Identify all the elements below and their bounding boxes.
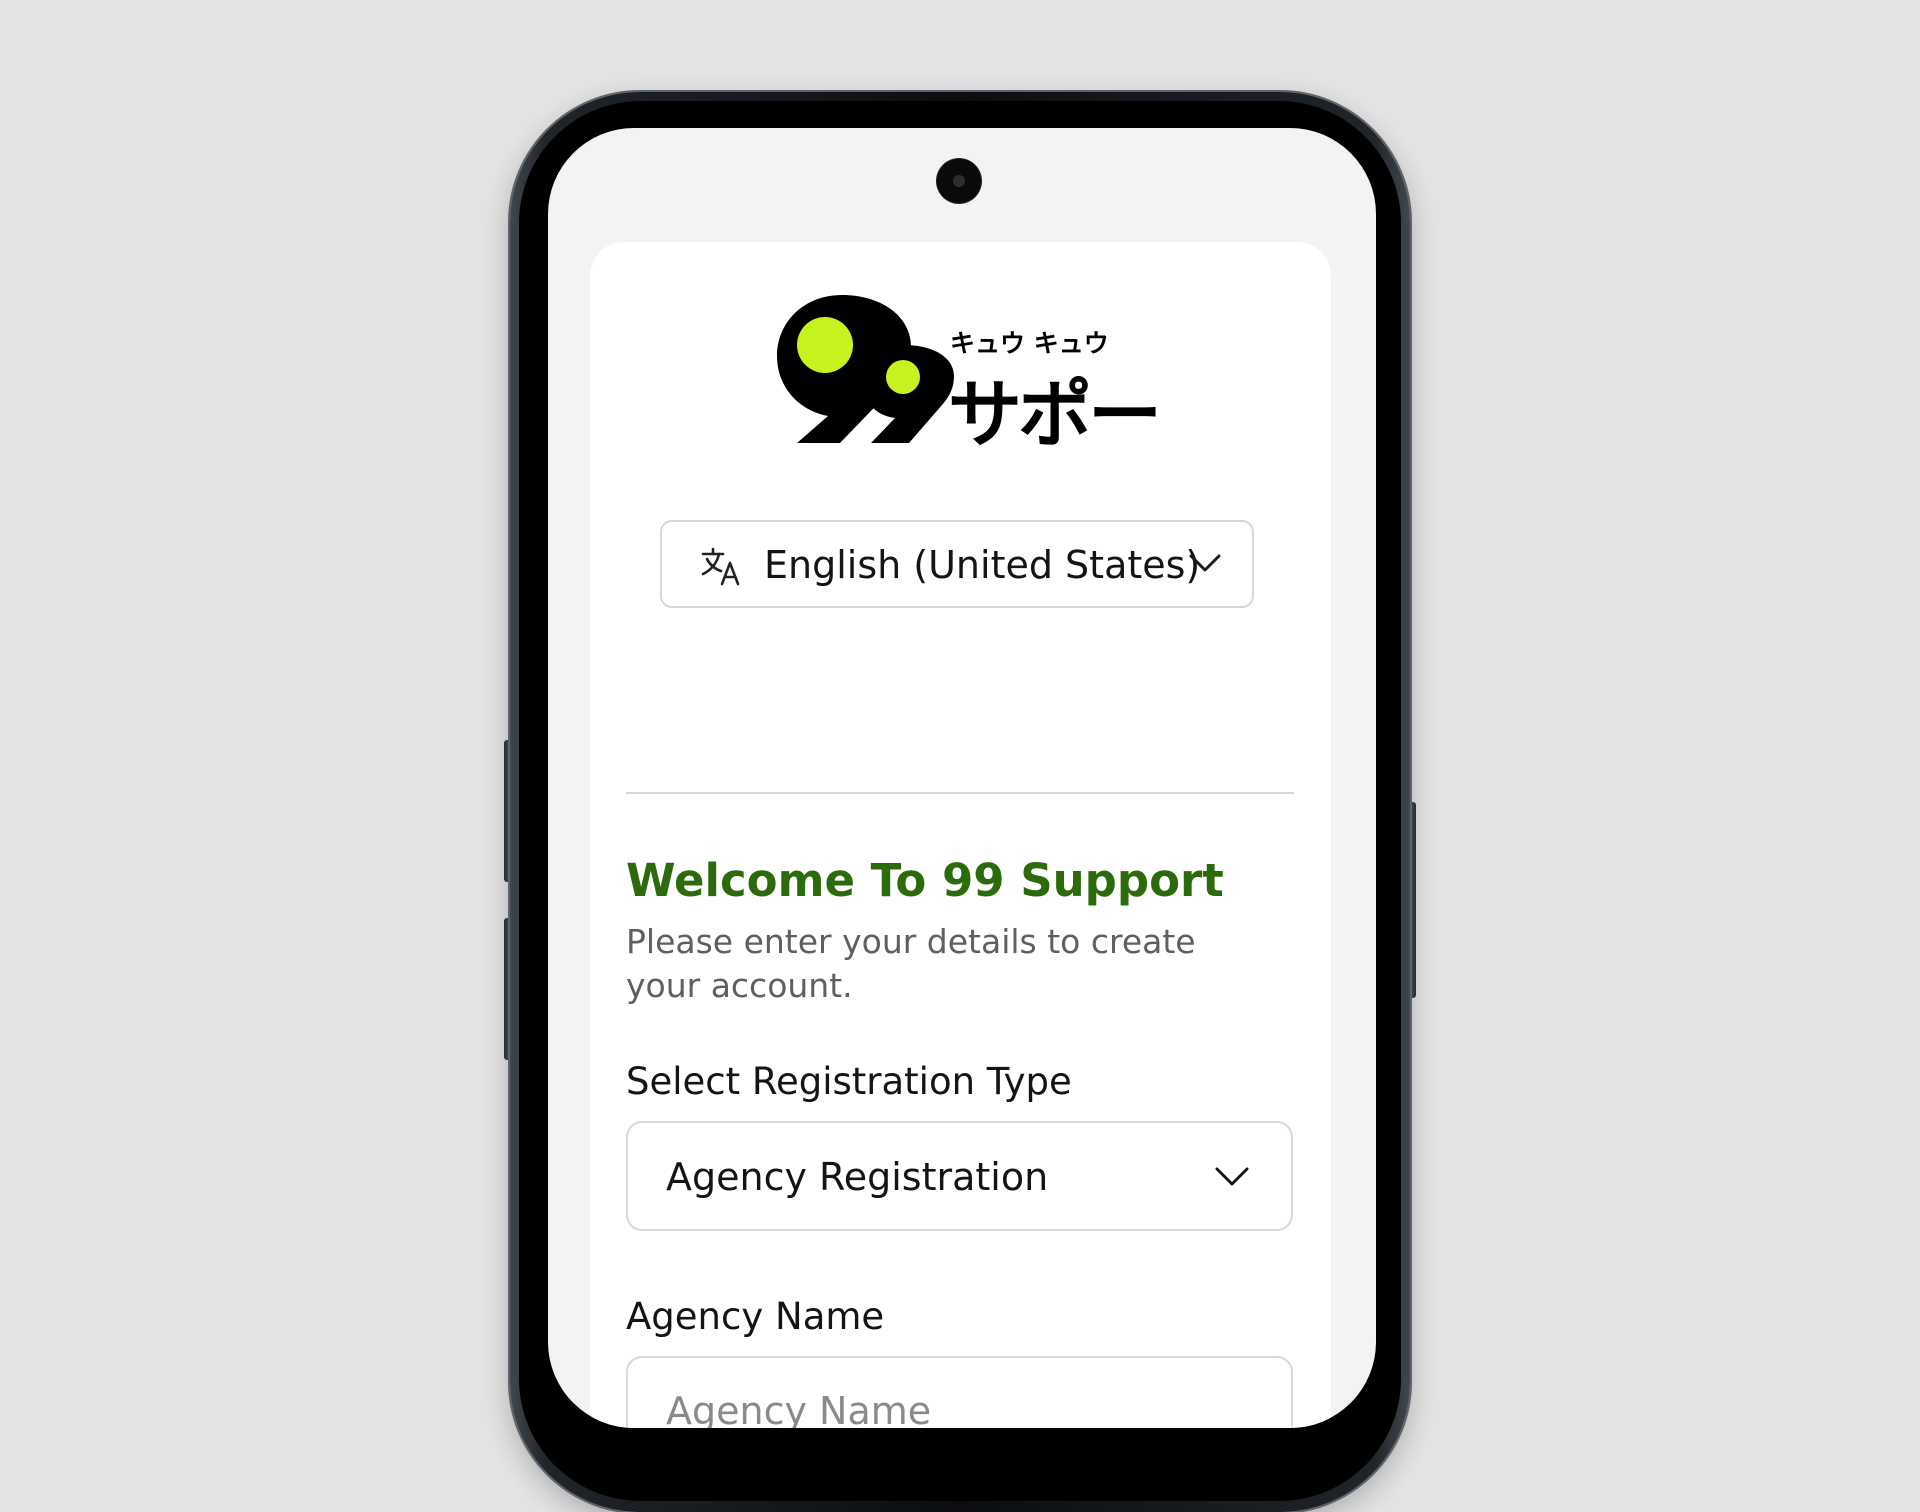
- language-label: English (United States): [764, 543, 1201, 587]
- page-subtitle: Please enter your details to create your…: [626, 922, 1196, 1005]
- logo-katakana: サポート: [948, 372, 1160, 445]
- registration-type-label: Select Registration Type: [626, 1060, 1072, 1103]
- registration-card: キュウ キュウ サポート English (United States): [590, 242, 1331, 1428]
- chevron-down-icon: [1189, 554, 1221, 572]
- translate-icon: [701, 547, 740, 586]
- app-logo: キュウ キュウ サポート: [777, 295, 1160, 445]
- agency-name-input[interactable]: [626, 1356, 1293, 1428]
- registration-type-value: Agency Registration: [666, 1155, 1049, 1199]
- agency-name-label: Agency Name: [626, 1295, 885, 1338]
- language-selector[interactable]: English (United States): [660, 520, 1254, 608]
- front-camera: [937, 159, 981, 203]
- divider: [626, 792, 1294, 794]
- logo-nine-second: [862, 345, 954, 443]
- logo-kana: キュウ キュウ: [950, 329, 1109, 358]
- chevron-down-icon: [1215, 1167, 1249, 1186]
- page-title: Welcome To 99 Support: [626, 854, 1224, 907]
- phone-screen: キュウ キュウ サポート English (United States): [548, 128, 1376, 1428]
- registration-type-select[interactable]: Agency Registration: [626, 1121, 1293, 1231]
